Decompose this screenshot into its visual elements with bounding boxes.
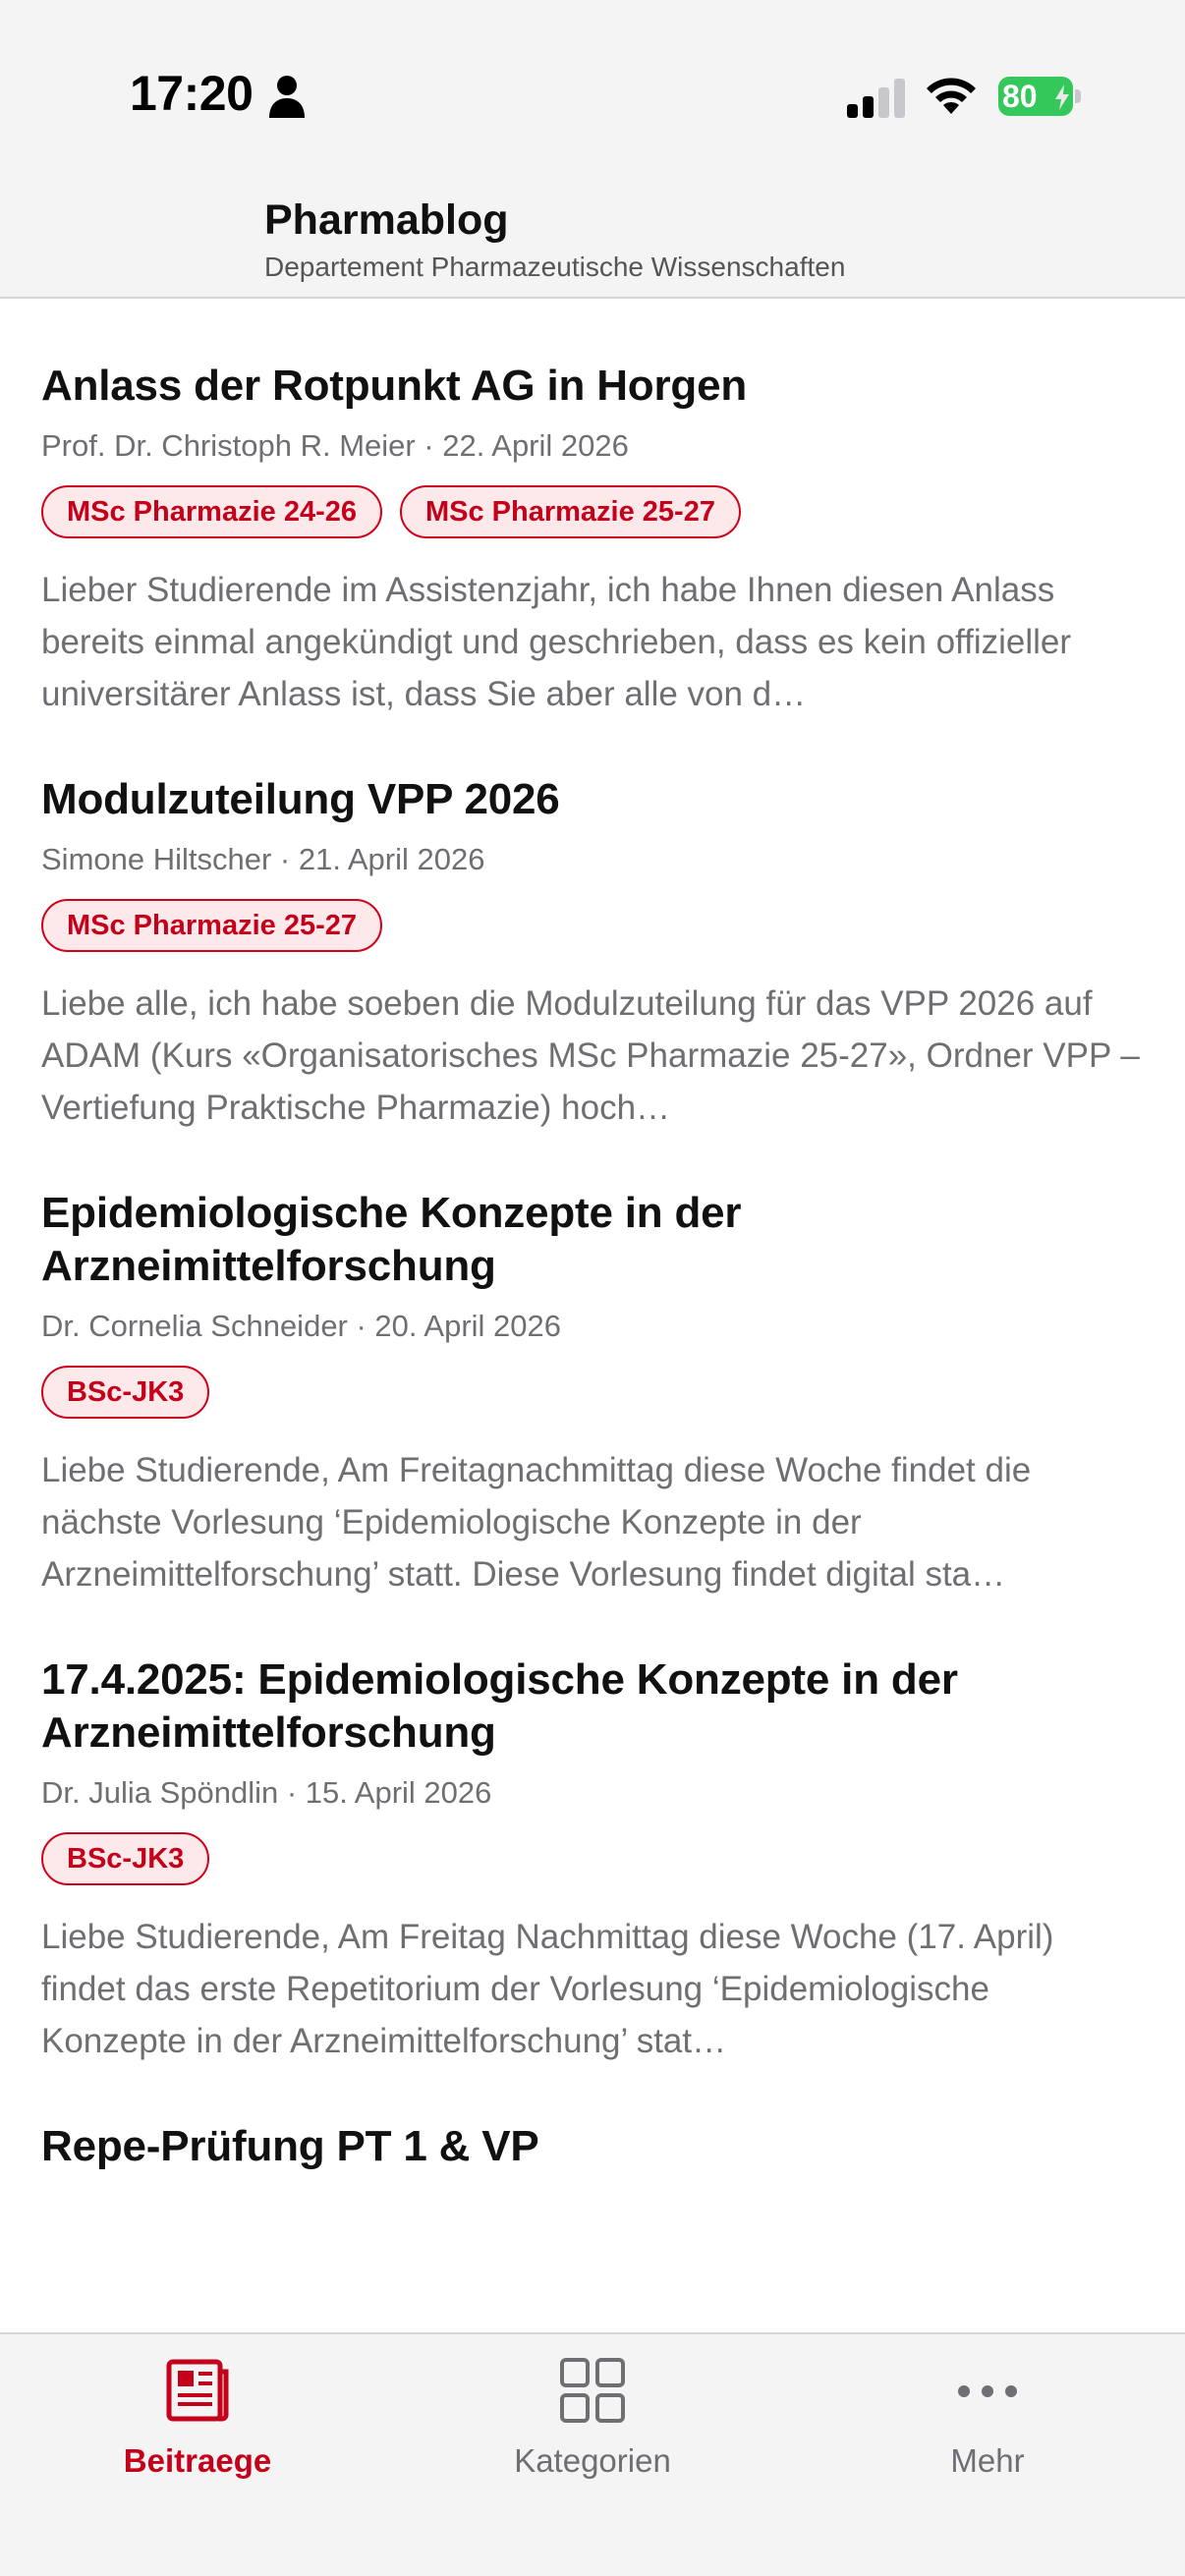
post-title[interactable]: Modulzuteilung VPP 2026 (41, 773, 1144, 826)
post-list[interactable]: Anlass der Rotpunkt AG in Horgen Prof. D… (0, 301, 1185, 2332)
category-tag[interactable]: MSc Pharmazie 24-26 (41, 485, 382, 538)
charging-bolt-icon (1055, 84, 1069, 110)
post-title[interactable]: Repe-Prüfung PT 1 & VP (41, 2120, 1144, 2173)
battery-indicator: 80 (998, 77, 1081, 116)
tab-bar: Beitraege Kategorien Mehr (0, 2332, 1185, 2576)
cellular-signal-icon (847, 79, 905, 118)
tab-beitraege[interactable]: Beitraege (0, 2334, 395, 2511)
post-item[interactable]: Modulzuteilung VPP 2026 Simone Hiltscher… (0, 773, 1185, 1134)
tab-kategorien[interactable]: Kategorien (395, 2334, 790, 2511)
person-icon (269, 76, 305, 118)
status-time: 17:20 (130, 66, 254, 121)
tab-label: Mehr (950, 2442, 1025, 2479)
category-tag[interactable]: BSc-JK3 (41, 1832, 210, 1885)
page-subtitle: Departement Pharmazeutische Wissenschaft… (264, 252, 846, 282)
post-meta: Dr. Cornelia Schneider · 20. April 2026 (41, 1309, 562, 1343)
post-tags: BSc-JK3 (41, 1366, 1144, 1419)
grid-icon (560, 2358, 625, 2423)
post-item[interactable]: Epidemiologische Konzepte in der Arzneim… (0, 1187, 1185, 1600)
page-title: Pharmablog (264, 196, 509, 244)
post-tags: MSc Pharmazie 25-27 (41, 899, 1144, 952)
post-title[interactable]: Anlass der Rotpunkt AG in Horgen (41, 360, 1144, 413)
post-tags: MSc Pharmazie 24-26 MSc Pharmazie 25-27 (41, 485, 1144, 538)
post-tags: BSc-JK3 (41, 1832, 1144, 1885)
post-meta: Simone Hiltscher · 21. April 2026 (41, 842, 485, 876)
app-header: Pharmablog Departement Pharmazeutische W… (0, 177, 1185, 299)
post-item[interactable]: 17.4.2025: Epidemiologische Konzepte in … (0, 1653, 1185, 2067)
post-title[interactable]: Epidemiologische Konzepte in der Arzneim… (41, 1187, 1144, 1293)
newspaper-icon (166, 2359, 229, 2422)
post-item[interactable]: Anlass der Rotpunkt AG in Horgen Prof. D… (0, 301, 1185, 720)
post-meta: Dr. Julia Spöndlin · 15. April 2026 (41, 1775, 492, 1810)
category-tag[interactable]: BSc-JK3 (41, 1366, 210, 1419)
post-excerpt: Lieber Studierende im Assistenzjahr, ich… (41, 571, 1072, 713)
post-title[interactable]: 17.4.2025: Epidemiologische Konzepte in … (41, 1653, 1144, 1760)
battery-level: 80 (1002, 79, 1038, 114)
post-item[interactable]: Repe-Prüfung PT 1 & VP (0, 2120, 1185, 2173)
status-bar: 17:20 80 (0, 0, 1185, 177)
category-tag[interactable]: MSc Pharmazie 25-27 (399, 485, 741, 538)
post-excerpt: Liebe alle, ich habe soeben die Modulzut… (41, 984, 1140, 1127)
category-tag[interactable]: MSc Pharmazie 25-27 (41, 899, 382, 952)
post-excerpt: Liebe Studierende, Am Freitag Nachmittag… (41, 1918, 1054, 2060)
battery-tip (1075, 89, 1081, 103)
tab-label: Beitraege (123, 2442, 272, 2479)
tab-mehr[interactable]: Mehr (790, 2334, 1185, 2511)
tab-label: Kategorien (514, 2442, 671, 2479)
post-excerpt: Liebe Studierende, Am Freitagnachmittag … (41, 1451, 1032, 1594)
wifi-icon (927, 78, 976, 114)
more-dots-icon (958, 2385, 1017, 2397)
post-meta: Prof. Dr. Christoph R. Meier · 22. April… (41, 428, 629, 463)
